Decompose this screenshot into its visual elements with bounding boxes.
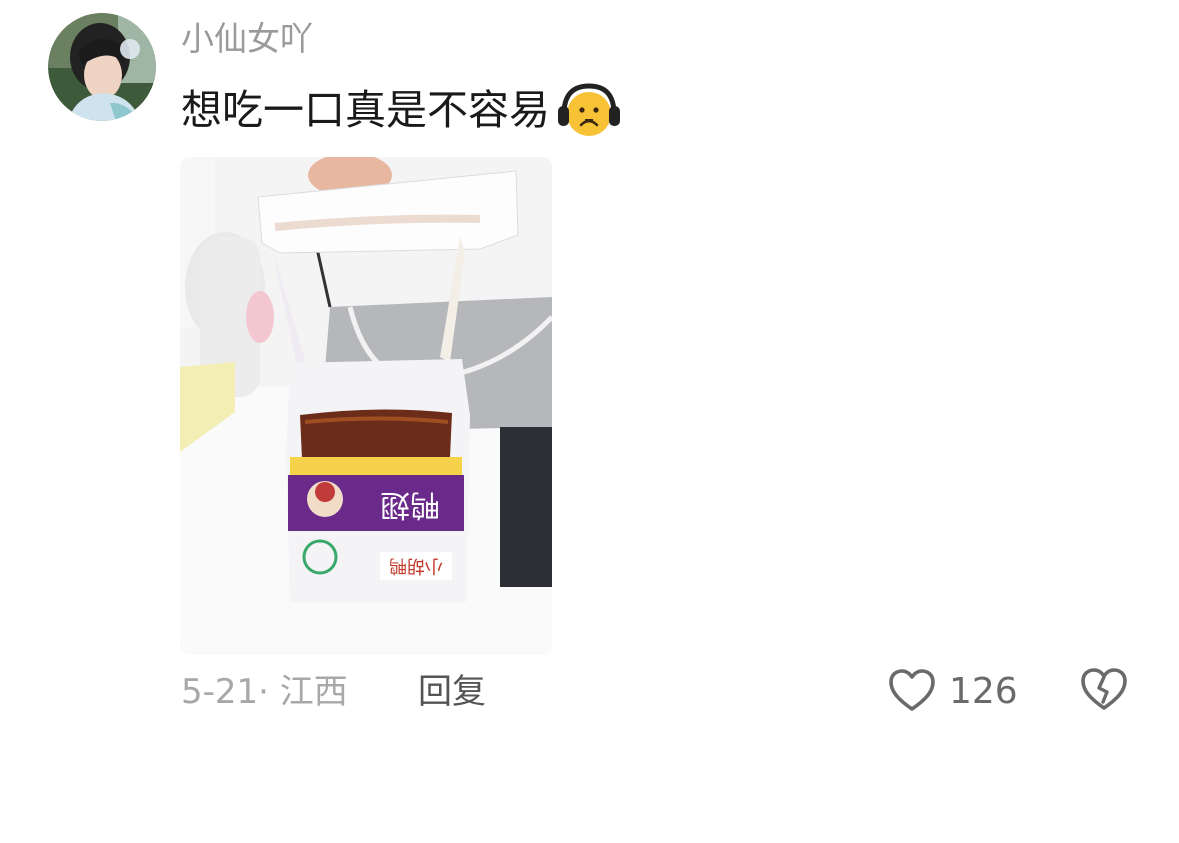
avatar[interactable] [48,13,156,121]
comment-photo[interactable]: 鸭翅 小胡鸭 [180,157,552,655]
bag-title-text: 鸭翅 [380,487,440,522]
heart-icon [887,667,937,717]
broken-heart-icon [1079,668,1129,716]
like-count: 126 [949,671,1018,712]
username[interactable]: 小仙女吖 [181,16,313,62]
comment-date-location: 5-21· 江西 [181,672,348,712]
comment-text: 想吃一口真是不容易 [181,80,622,140]
comment-item: 小仙女吖 想吃一口真是不容易 鸭翅 小胡鸭 5-21· 江西 回复 126 [0,0,1179,843]
bag-brand-text: 小胡鸭 [389,555,443,576]
like-button[interactable]: 126 [887,666,1018,718]
reply-button[interactable]: 回复 [418,670,486,714]
comment-text-content: 想吃一口真是不容易 [181,86,550,134]
dislike-button[interactable] [1079,666,1131,718]
headphones-frowning-face-emoji-icon [556,80,622,140]
